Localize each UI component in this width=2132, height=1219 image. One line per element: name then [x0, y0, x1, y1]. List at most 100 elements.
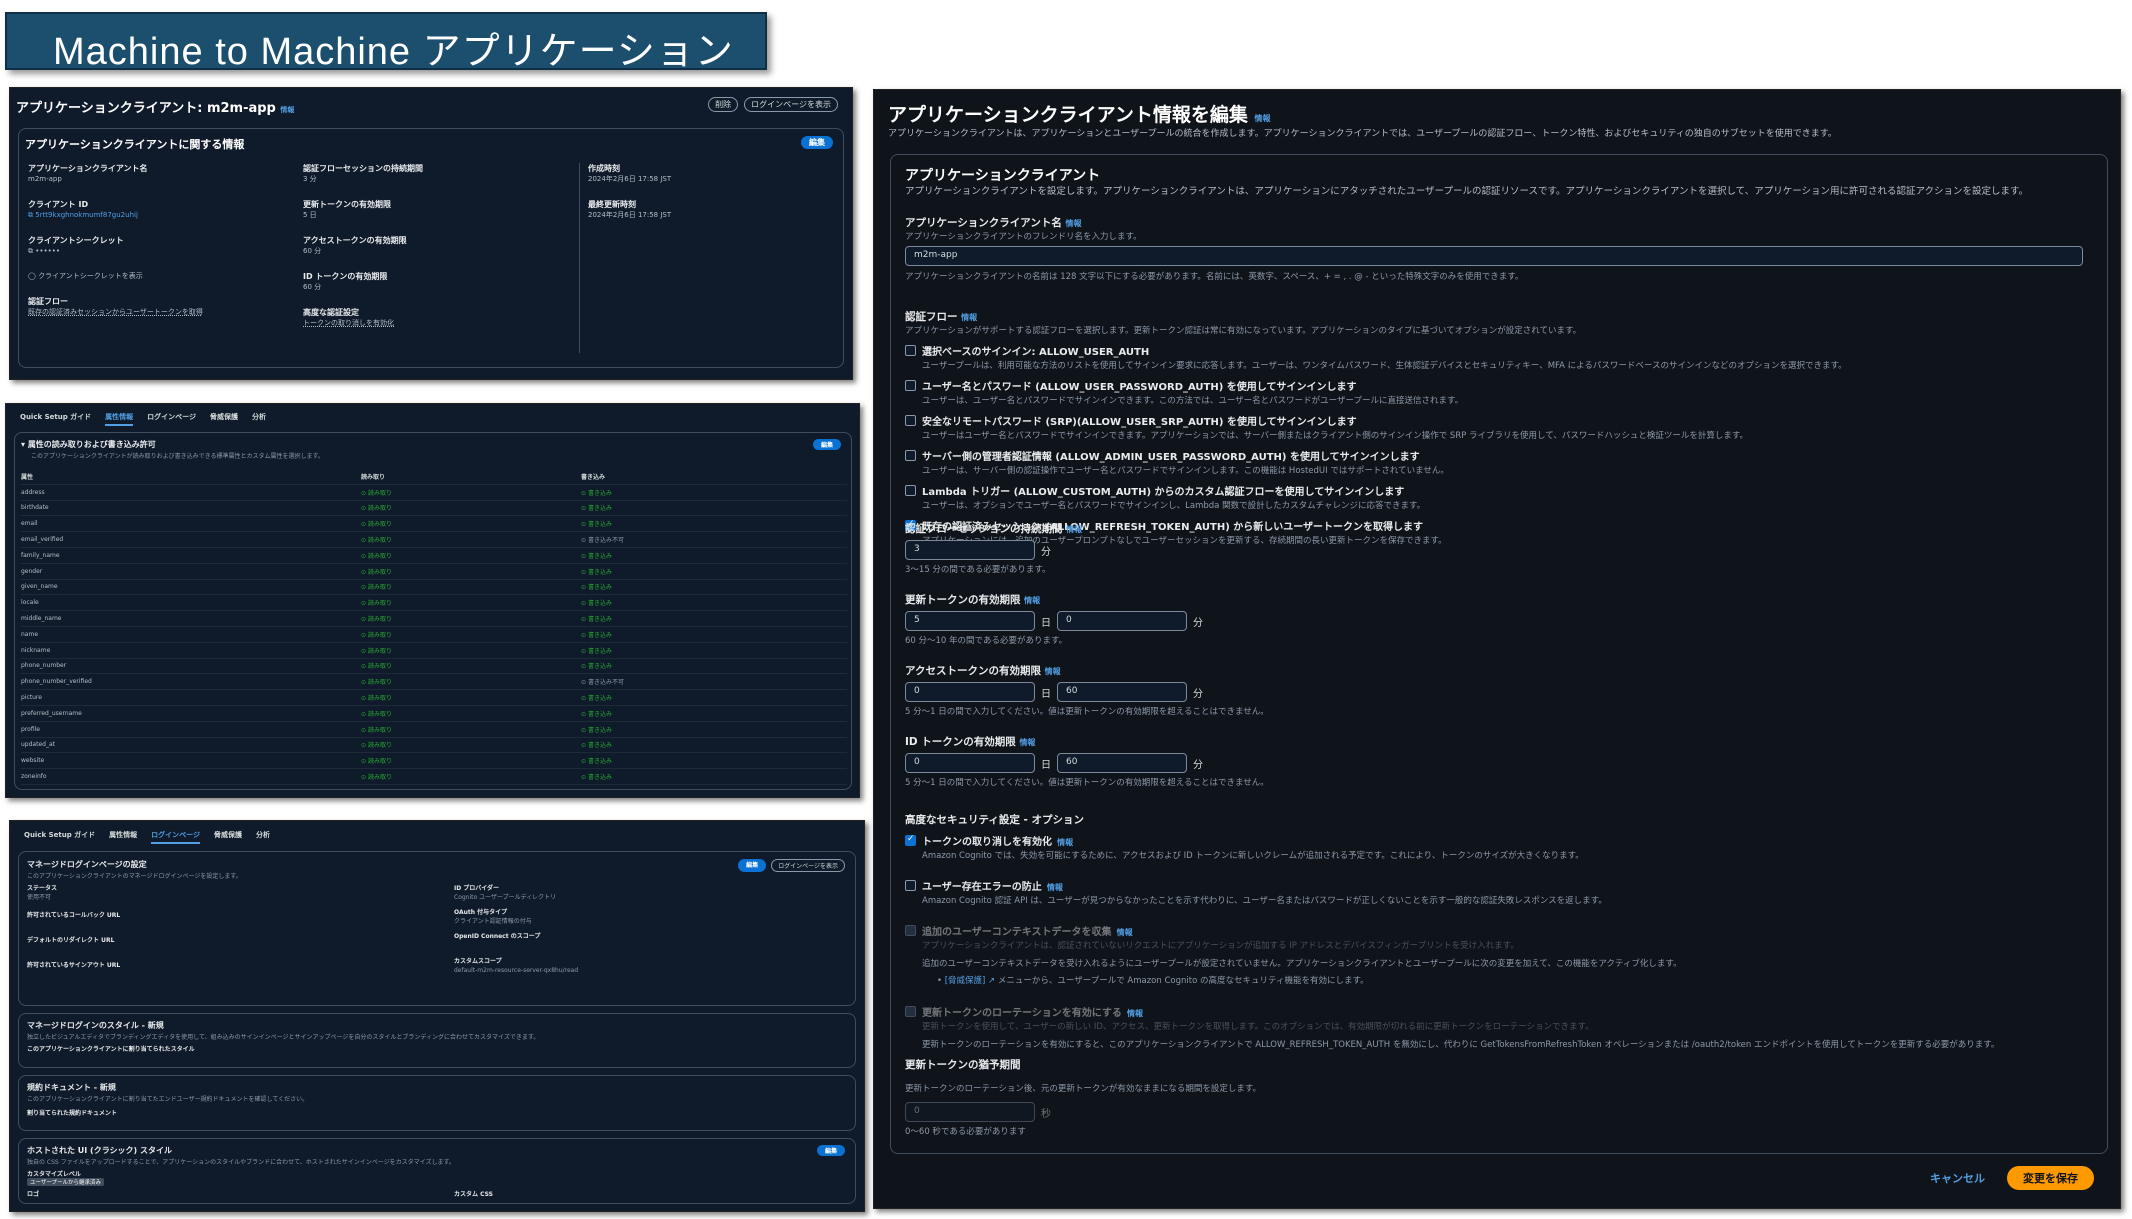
info-link[interactable]: 情報	[1127, 1009, 1143, 1018]
write-status-text: 書き込み	[587, 695, 612, 703]
read-status: ⊙ 読み取り	[361, 726, 392, 734]
rotation-checkbox[interactable]	[905, 1006, 916, 1017]
collapse-icon[interactable]: ▾	[21, 440, 28, 449]
info-link[interactable]: 情報	[1045, 667, 1061, 676]
info-link[interactable]: 情報	[961, 313, 977, 322]
auth-flow-checkbox[interactable]	[905, 380, 916, 391]
classic-ui-container: ホストされた UI (クラシック) スタイル 編集 独自の CSS ファイルをア…	[18, 1138, 856, 1204]
app-client-name-input[interactable]: m2m-app	[905, 246, 2083, 266]
tab-threat-protection[interactable]: 脅威保護	[214, 830, 242, 844]
id-token-minutes-input[interactable]: 60	[1057, 753, 1187, 773]
edit-button[interactable]: 編集	[816, 1145, 845, 1156]
threat-protection-link[interactable]: [脅威保護]	[945, 976, 986, 986]
edit-button[interactable]: 編集	[801, 136, 833, 149]
auth-flow-option[interactable]: Lambda トリガー (ALLOW_CUSTOM_AUTH) からのカスタム認…	[905, 480, 2095, 511]
attribute-name: given_name	[21, 583, 58, 591]
tab-attributes[interactable]: 属性情報	[105, 412, 134, 426]
table-row: email ⊙ 読み取り ⊙ 書き込み	[21, 516, 847, 533]
view-login-page-button[interactable]: ログインページを表示	[744, 97, 838, 112]
toggle-icon[interactable]: ◯	[28, 272, 38, 280]
unit-label: 分	[1193, 688, 1203, 700]
read-status: ⊙ 読み取り	[361, 695, 392, 703]
refresh-minutes-input[interactable]: 0	[1057, 611, 1187, 631]
auth-flow-checkbox[interactable]	[905, 450, 916, 461]
session-duration-input[interactable]: 3	[905, 540, 1035, 560]
attribute-name: address	[21, 488, 45, 496]
save-changes-button[interactable]: 変更を保存	[2007, 1166, 2094, 1190]
grace-period-input[interactable]: 0	[905, 1102, 1035, 1122]
auth-flow-checkbox[interactable]	[905, 415, 916, 426]
tab-analytics[interactable]: 分析	[256, 830, 270, 844]
field-value: 60 分	[303, 247, 322, 255]
tab-quick-setup[interactable]: Quick Setup ガイド	[20, 412, 91, 426]
edit-button[interactable]: 編集	[812, 439, 841, 450]
access-days-input[interactable]: 0	[905, 682, 1035, 702]
auth-flow-checkbox[interactable]	[905, 345, 916, 356]
section-title: 規約ドキュメント - 新規	[27, 1083, 116, 1092]
attribute-name: preferred_username	[21, 709, 82, 717]
info-link[interactable]: 情報	[1255, 114, 1271, 123]
field-label: OAuth 付与タイプ	[454, 909, 508, 916]
tab-quick-setup[interactable]: Quick Setup ガイド	[24, 830, 95, 844]
context-data-checkbox[interactable]	[905, 925, 916, 936]
write-status-text: 書き込み	[587, 505, 612, 513]
field-label: アプリケーションクライアント名	[28, 164, 148, 173]
field-value: トークンの取り消しを有効化	[303, 319, 394, 327]
refresh-days-input[interactable]: 5	[905, 611, 1035, 631]
show-secret-toggle[interactable]: クライアントシークレットを表示	[38, 272, 143, 280]
write-status: ⊙ 書き込み不可	[581, 537, 624, 545]
user-existence-checkbox[interactable]	[905, 880, 916, 891]
auth-flow-label: Lambda トリガー (ALLOW_CUSTOM_AUTH) からのカスタム認…	[922, 487, 1405, 498]
unit-label: 日	[1041, 688, 1051, 700]
tab-bar: Quick Setup ガイド 属性情報 ログインページ 脅威保護 分析	[20, 412, 266, 426]
auth-flow-option[interactable]: サーバー側の管理者認証情報 (ALLOW_ADMIN_USER_PASSWORD…	[905, 445, 2095, 476]
field-label: クライアント ID	[28, 200, 89, 209]
auth-flow-option[interactable]: 安全なリモートパスワード (SRP)(ALLOW_USER_SRP_AUTH) …	[905, 410, 2095, 441]
cancel-button[interactable]: キャンセル	[1930, 1170, 1985, 1186]
attribute-name: phone_number	[21, 662, 67, 670]
access-hint: 5 分～1 日の間で入力してください。値は更新トークンの有効期限を超えることはで…	[905, 707, 1269, 717]
access-minutes-input[interactable]: 60	[1057, 682, 1187, 702]
view-login-page-button[interactable]: ログインページを表示	[771, 859, 845, 872]
id-token-days-input[interactable]: 0	[905, 753, 1035, 773]
col-header: 書き込み	[581, 473, 606, 481]
info-link[interactable]: 情報	[1024, 596, 1040, 605]
field-value: default-m2m-resource-server-qx8hu/read	[454, 967, 579, 974]
read-status-text: 読み取り	[367, 774, 392, 782]
field-value: クライアント認証情報の付与	[454, 918, 532, 925]
auth-flow-option[interactable]: 既存の認証済みセッション (ALLOW_REFRESH_TOKEN_AUTH) …	[905, 515, 2095, 546]
tab-login-page[interactable]: ログインページ	[151, 830, 201, 844]
read-status: ⊙ 読み取り	[361, 742, 392, 750]
info-link[interactable]: 情報	[1117, 928, 1133, 937]
page-title: アプリケーションクライアント: m2m-app	[16, 101, 276, 116]
section-title: マネージドログインページの設定	[27, 860, 147, 869]
edit-button[interactable]: 編集	[738, 859, 767, 872]
info-link[interactable]: 情報	[1047, 883, 1063, 892]
session-label: 認証フローセッションの持続期間	[905, 523, 1063, 535]
tab-attributes[interactable]: 属性情報	[109, 830, 137, 844]
auth-flow-checkbox[interactable]	[905, 485, 916, 496]
info-link[interactable]: 情報	[1066, 525, 1082, 534]
delete-button[interactable]: 削除	[708, 97, 739, 112]
attribute-name: middle_name	[21, 615, 62, 623]
grace-sub: 更新トークンのローテーション後、元の更新トークンが有効なままになる期間を設定しま…	[905, 1084, 1261, 1094]
table-row: nickname ⊙ 読み取り ⊙ 書き込み	[21, 643, 847, 659]
auth-flow-option[interactable]: ユーザー名とパスワード (ALLOW_USER_PASSWORD_AUTH) を…	[905, 375, 2095, 406]
revoke-checkbox[interactable]	[905, 834, 916, 846]
revoke-desc: Amazon Cognito では、失効を可能にするために、アクセスおよび ID…	[922, 851, 1584, 861]
info-link[interactable]: 情報	[1066, 219, 1082, 228]
context-data-label: 追加のユーザーコンテキストデータを収集	[922, 927, 1112, 938]
attribute-name: updated_at	[21, 741, 55, 749]
read-status: ⊙ 読み取り	[361, 505, 392, 513]
info-link[interactable]: 情報	[280, 106, 294, 114]
tab-analytics[interactable]: 分析	[252, 412, 266, 426]
tab-threat-protection[interactable]: 脅威保護	[210, 412, 238, 426]
info-link[interactable]: 情報	[1057, 838, 1073, 847]
write-status: ⊙ 書き込み	[581, 726, 612, 734]
auth-flow-label: サーバー側の管理者認証情報 (ALLOW_ADMIN_USER_PASSWORD…	[922, 452, 1420, 463]
info-link[interactable]: 情報	[1019, 738, 1035, 747]
auth-flow-option[interactable]: 選択ベースのサインイン: ALLOW_USER_AUTH ユーザープールは、利用可…	[905, 340, 2095, 371]
field-label: カスタム CSS	[454, 1191, 493, 1198]
tab-login-page[interactable]: ログインページ	[147, 412, 196, 426]
col-header[interactable]: 属性	[21, 472, 361, 481]
